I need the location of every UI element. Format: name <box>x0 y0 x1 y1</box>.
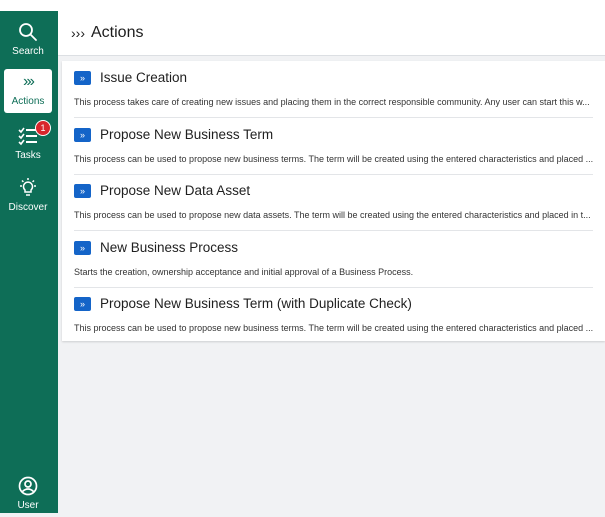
action-title[interactable]: Propose New Data Asset <box>100 183 250 198</box>
action-chevron-icon: » <box>74 70 91 85</box>
chevrons-right-icon: ››› <box>23 73 35 90</box>
action-link[interactable]: » Issue Creation <box>74 70 187 85</box>
action-description: This process can be used to propose new … <box>74 154 594 164</box>
list-item[interactable]: » Propose New Business Term (with Duplic… <box>62 287 605 344</box>
action-title[interactable]: Issue Creation <box>100 70 187 85</box>
sidebar-item-discover[interactable]: Discover <box>4 175 52 219</box>
action-link[interactable]: » Propose New Business Term <box>74 127 273 142</box>
actions-list: » Issue Creation This process takes care… <box>62 61 605 341</box>
lightbulb-icon <box>17 175 39 201</box>
action-link[interactable]: » Propose New Data Asset <box>74 183 250 198</box>
action-chevron-icon: » <box>74 127 91 142</box>
action-title[interactable]: Propose New Business Term <box>100 127 273 142</box>
user-icon <box>18 473 38 499</box>
sidebar-item-label: Tasks <box>15 150 41 161</box>
action-title[interactable]: Propose New Business Term (with Duplicat… <box>100 296 412 311</box>
sidebar-item-label: User <box>17 500 39 511</box>
action-chevron-icon: » <box>74 296 91 311</box>
sidebar-item-label: Actions <box>11 96 45 107</box>
action-chevron-icon: » <box>74 240 91 255</box>
tasks-count-badge: 1 <box>35 120 51 136</box>
page-title: Actions <box>91 24 144 41</box>
action-title[interactable]: New Business Process <box>100 240 238 255</box>
sidebar-item-tasks[interactable]: 1 Tasks <box>4 120 52 167</box>
action-description: This process takes care of creating new … <box>74 97 590 107</box>
sidebar-item-actions[interactable]: ››› Actions <box>4 69 52 113</box>
sidebar-item-label: Discover <box>8 202 48 213</box>
action-description: This process can be used to propose new … <box>74 210 591 220</box>
sidebar-item-label: Search <box>12 46 44 57</box>
page-header: ››› Actions <box>58 11 605 56</box>
sidebar-item-search[interactable]: Search <box>4 19 52 63</box>
action-description: This process can be used to propose new … <box>74 323 594 333</box>
search-icon <box>18 19 38 45</box>
top-strip <box>0 0 605 11</box>
action-link[interactable]: » New Business Process <box>74 240 238 255</box>
list-item[interactable]: » New Business Process Starts the creati… <box>62 231 605 288</box>
action-link[interactable]: » Propose New Business Term (with Duplic… <box>74 296 412 311</box>
list-item[interactable]: » Issue Creation This process takes care… <box>62 61 605 118</box>
list-item[interactable]: » Propose New Data Asset This process ca… <box>62 174 605 231</box>
sidebar: Search ››› Actions 1 Tasks Discover User <box>0 11 58 513</box>
sidebar-item-user[interactable]: User <box>4 473 52 517</box>
action-chevron-icon: » <box>74 183 91 198</box>
action-description: Starts the creation, ownership acceptanc… <box>74 267 414 277</box>
list-item[interactable]: » Propose New Business Term This process… <box>62 118 605 175</box>
chevrons-right-icon: ››› <box>71 25 85 41</box>
